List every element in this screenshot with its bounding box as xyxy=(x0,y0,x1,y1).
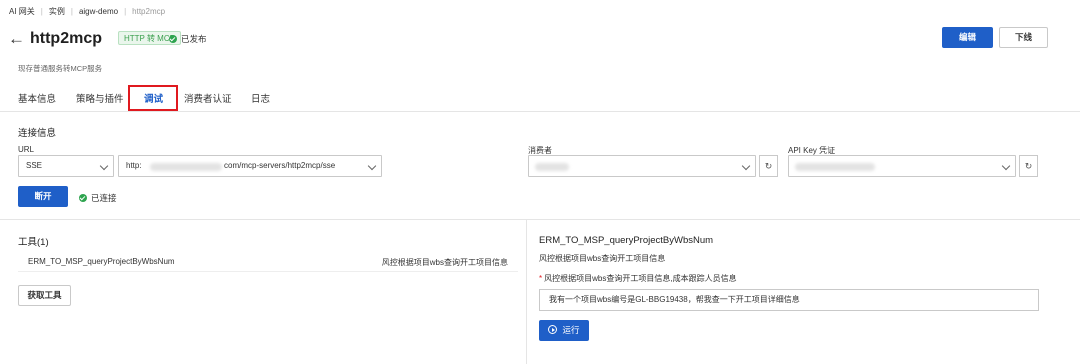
consumer-select[interactable] xyxy=(528,155,756,177)
breadcrumb-separator: | xyxy=(70,7,73,16)
consumer-refresh-icon[interactable]: ↻ xyxy=(759,155,778,177)
tab-logs[interactable]: 日志 xyxy=(251,91,270,105)
apikey-refresh-icon[interactable]: ↻ xyxy=(1019,155,1038,177)
url-label: URL xyxy=(18,145,35,154)
edit-button[interactable]: 编辑 xyxy=(942,27,993,48)
breadcrumb-item-gateway[interactable]: AI 网关 xyxy=(9,6,35,17)
run-button-label: 运行 xyxy=(562,325,580,335)
table-row[interactable]: ERM_TO_MSP_queryProjectByWbsNum 风控根据项目wb… xyxy=(18,252,518,272)
tool-description: 风控根据项目wbs查询开工项目信息 xyxy=(381,258,508,267)
play-circle-icon xyxy=(548,325,558,334)
page-title: http2mcp xyxy=(30,30,102,47)
check-circle-icon xyxy=(169,35,177,43)
section-divider xyxy=(0,219,1080,220)
chevron-down-icon xyxy=(1001,161,1011,171)
fetch-tools-button[interactable]: 获取工具 xyxy=(18,285,71,306)
detail-tool-name: ERM_TO_MSP_queryProjectByWbsNum xyxy=(539,235,714,246)
tools-title: 工具(1) xyxy=(18,237,49,248)
back-arrow-icon[interactable]: ← xyxy=(8,29,25,49)
chevron-down-icon xyxy=(367,161,377,171)
connection-section-title: 连接信息 xyxy=(18,128,57,139)
breadcrumb-item-instance[interactable]: aigw-demo xyxy=(79,7,118,16)
publish-status-label: 已发布 xyxy=(181,34,207,44)
publish-status: 已发布 xyxy=(169,33,207,45)
redacted-host xyxy=(150,163,222,171)
apikey-select[interactable] xyxy=(788,155,1016,177)
chevron-down-icon xyxy=(99,161,109,171)
breadcrumb-item-instances[interactable]: 实例 xyxy=(49,6,65,17)
detail-tool-description: 风控根据项目wbs查询开工项目信息 xyxy=(539,254,666,263)
run-button[interactable]: 运行 xyxy=(539,320,589,341)
url-suffix: com/mcp-servers/http2mcp/sse xyxy=(224,161,336,170)
url-prefix: http: xyxy=(126,161,142,170)
tab-basic-info[interactable]: 基本信息 xyxy=(18,91,56,105)
param-input[interactable]: 我有一个项目wbs编号是GL-BBG19438，帮我查一下开工项目详细信息 xyxy=(539,289,1039,311)
tab-debug[interactable]: 调试 xyxy=(144,91,163,105)
breadcrumb-separator: | xyxy=(124,7,127,16)
redacted-consumer xyxy=(535,163,569,171)
redacted-apikey xyxy=(795,163,875,171)
param-label: * 风控根据项目wbs查询开工项目信息,成本跟踪人员信息 xyxy=(539,273,737,284)
page: AI 网关 | 实例 | aigw-demo | http2mcp ← http… xyxy=(0,0,1080,364)
protocol-select[interactable]: SSE xyxy=(18,155,114,177)
breadcrumb-item-current: http2mcp xyxy=(132,7,166,16)
offline-button[interactable]: 下线 xyxy=(999,27,1048,48)
breadcrumb-separator: | xyxy=(40,7,43,16)
tab-policies-plugins[interactable]: 策略与插件 xyxy=(76,91,124,105)
protocol-value: SSE xyxy=(26,161,43,170)
chevron-down-icon xyxy=(741,161,751,171)
breadcrumb: AI 网关 | 实例 | aigw-demo | http2mcp xyxy=(9,6,165,17)
param-label-text: 风控根据项目wbs查询开工项目信息,成本跟踪人员信息 xyxy=(544,274,737,283)
check-circle-icon xyxy=(79,194,87,202)
page-subtitle: 现存普通服务转MCP服务 xyxy=(18,64,103,73)
url-select[interactable]: http: com/mcp-servers/http2mcp/sse xyxy=(118,155,382,177)
connection-status: 已连接 xyxy=(79,192,117,204)
panel-divider xyxy=(526,219,527,364)
disconnect-button[interactable]: 断开 xyxy=(18,186,68,207)
tab-bar: 基本信息 策略与插件 调试 消费者认证 日志 xyxy=(0,85,1080,112)
connection-status-label: 已连接 xyxy=(91,193,117,203)
tab-consumer-auth[interactable]: 消费者认证 xyxy=(184,91,232,105)
required-mark: * xyxy=(539,274,543,283)
tool-name: ERM_TO_MSP_queryProjectByWbsNum xyxy=(28,257,175,266)
